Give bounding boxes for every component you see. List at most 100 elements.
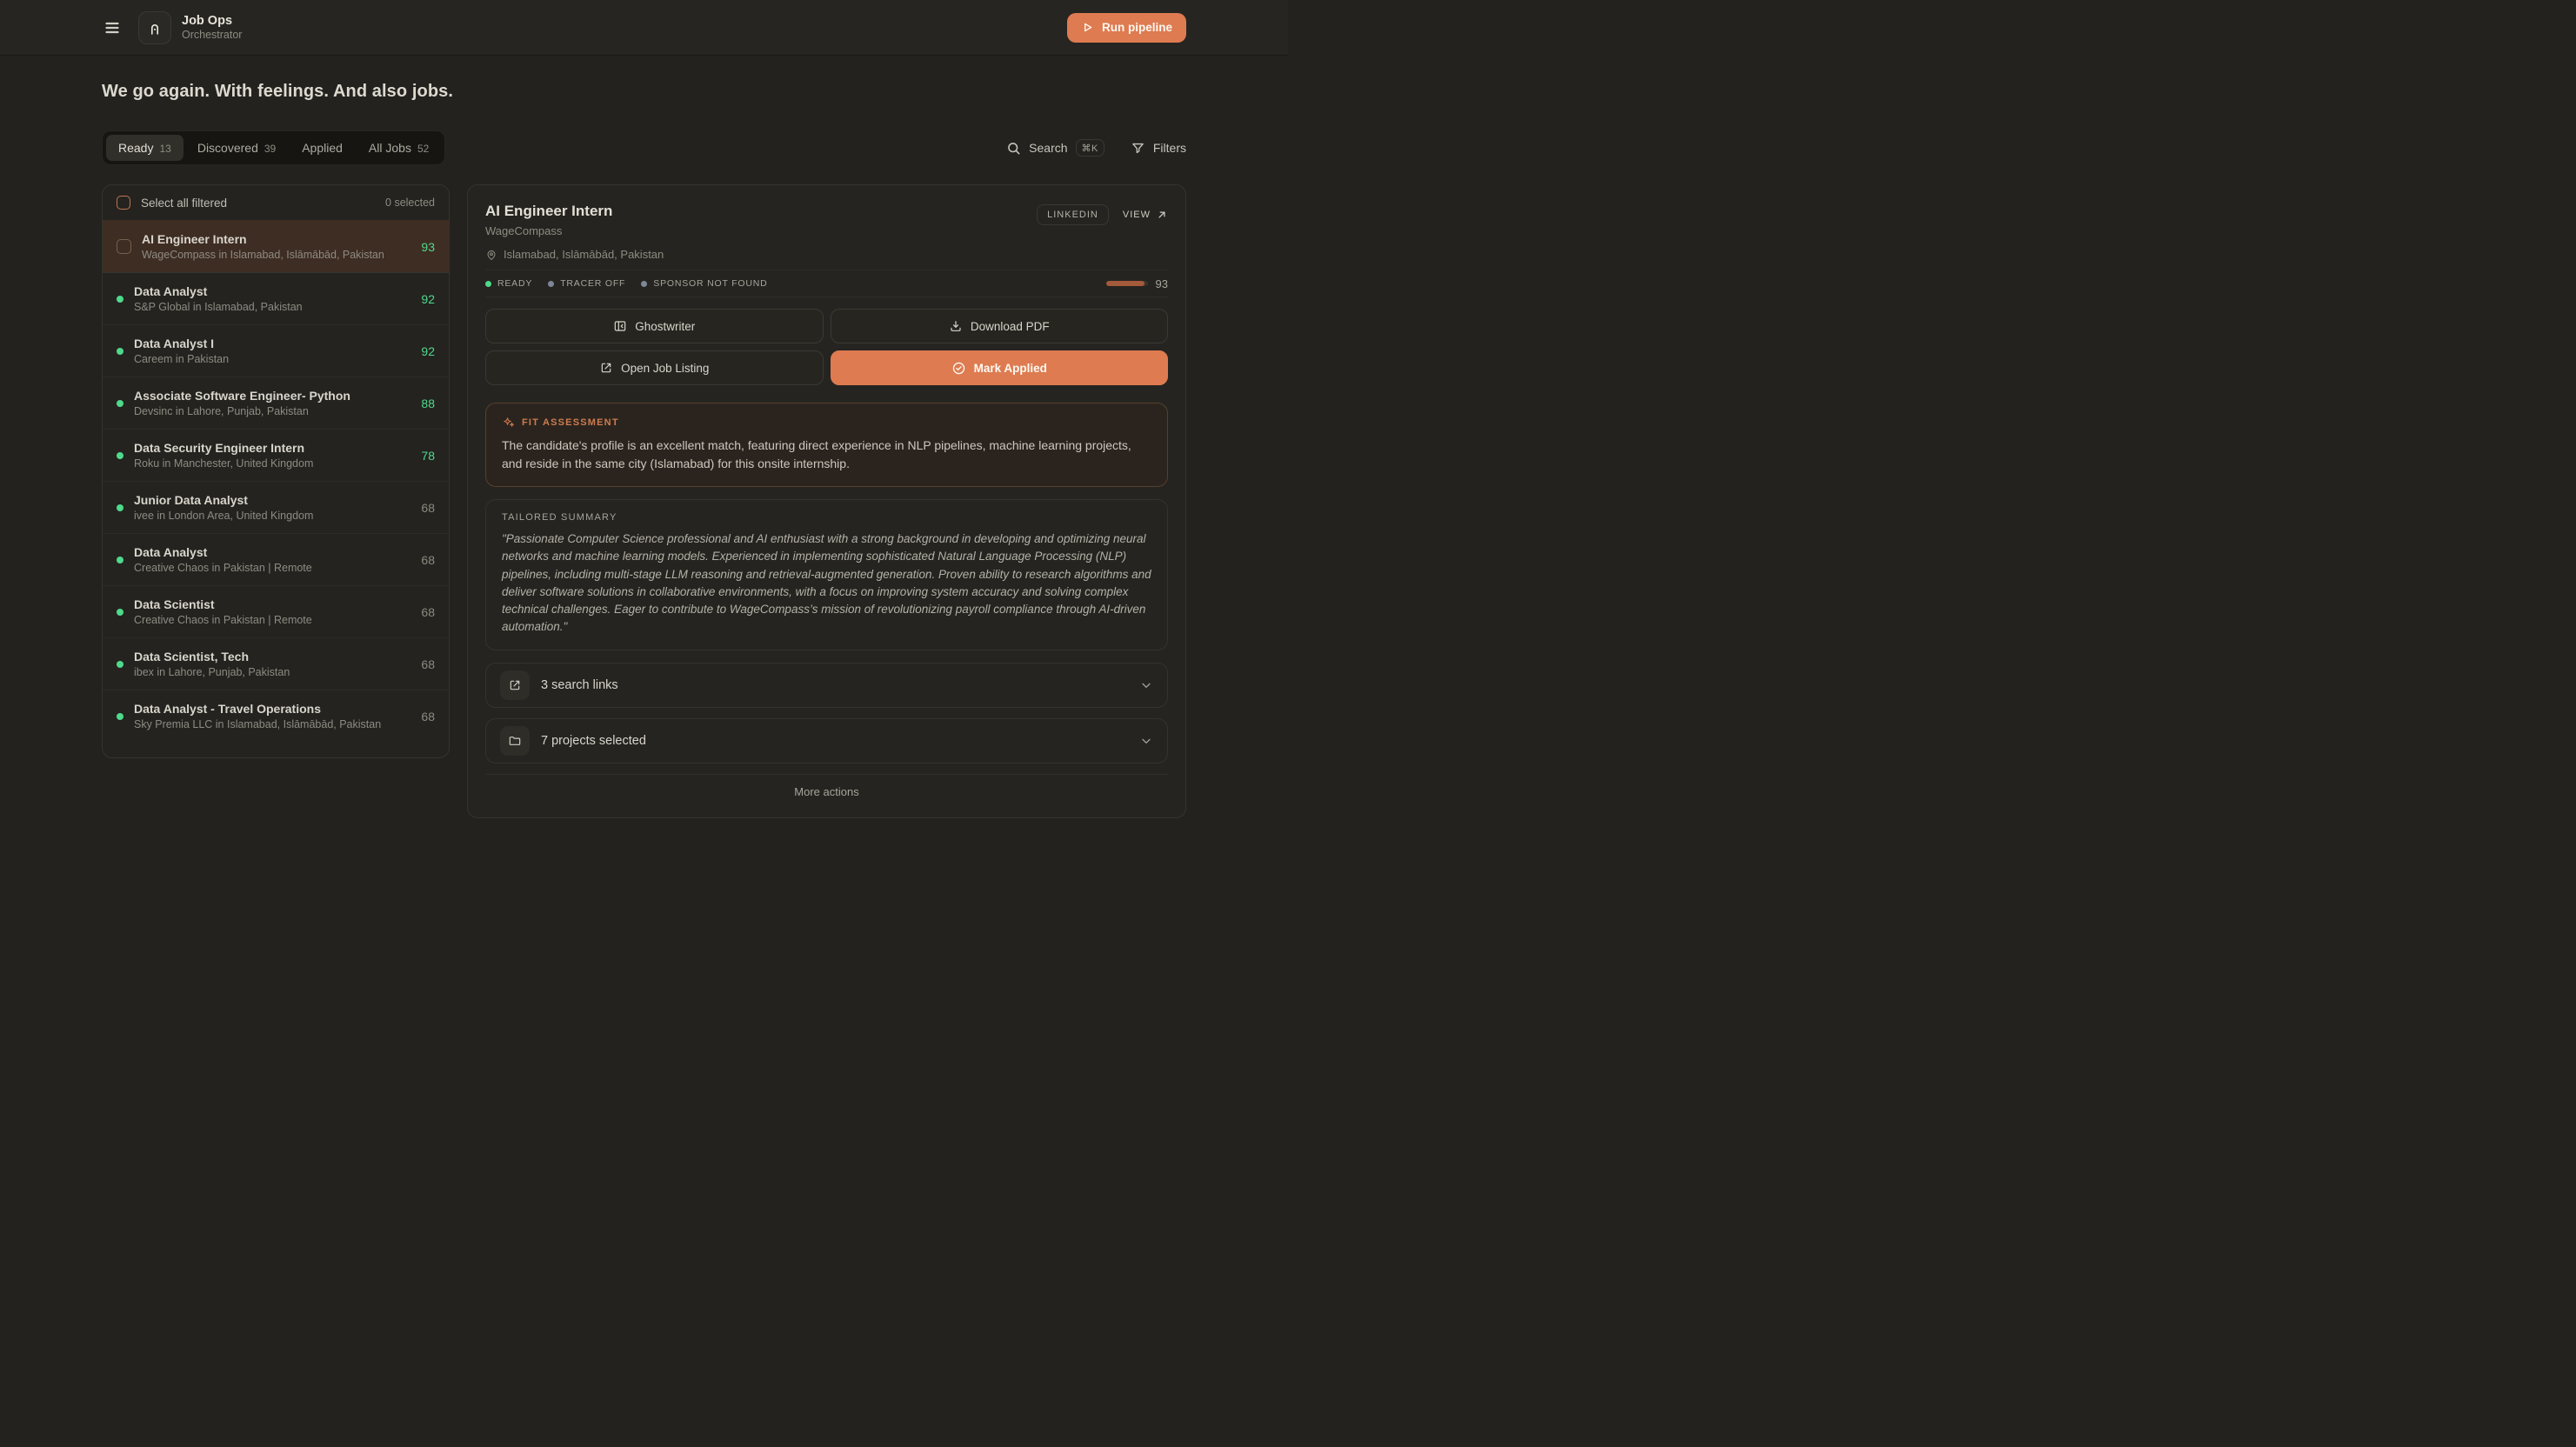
mark-applied-button[interactable]: Mark Applied (831, 350, 1169, 385)
job-item-title: AI Engineer Intern (142, 232, 410, 246)
tab-discovered[interactable]: Discovered 39 (185, 135, 288, 161)
job-item-subtitle: Careem in Pakistan (134, 353, 410, 365)
view-button[interactable]: VIEW (1123, 209, 1168, 221)
score-meter-fill (1106, 281, 1145, 286)
job-list-item[interactable]: Junior Data Analyst ivee in London Area,… (103, 481, 449, 533)
job-item-title: Data Analyst I (134, 337, 410, 350)
tab-label: Ready (118, 141, 153, 155)
fit-assessment-card: FIT ASSESSMENT The candidate's profile i… (485, 403, 1168, 487)
projects-selected-accordion[interactable]: 7 projects selected (485, 718, 1168, 764)
tab-label: Discovered (197, 141, 258, 155)
page-title: We go again. With feelings. And also job… (102, 82, 1186, 102)
tab-ready[interactable]: Ready 13 (106, 135, 184, 161)
tab-count: 13 (159, 143, 170, 155)
job-list-item[interactable]: Data Security Engineer Intern Roku in Ma… (103, 429, 449, 481)
panel-left-icon (613, 319, 627, 333)
status-dot (641, 281, 647, 287)
job-item-score: 68 (421, 710, 435, 724)
status-dot-icon (117, 400, 123, 407)
job-item-subtitle: Creative Chaos in Pakistan | Remote (134, 562, 410, 574)
job-list-item[interactable]: AI Engineer Intern WageCompass in Islama… (103, 220, 449, 272)
external-link-icon (599, 361, 613, 375)
app-header: Job Ops Orchestrator Run pipeline (0, 0, 1288, 56)
job-item-score: 92 (421, 344, 435, 358)
tab-count: 39 (264, 143, 276, 155)
job-item-title: Data Scientist (134, 597, 410, 611)
check-circle-icon (951, 361, 966, 376)
chevron-down-icon (1139, 678, 1153, 692)
app-logo-icon (138, 11, 171, 44)
job-location: Islamabad, Islāmābād, Pakistan (485, 248, 1168, 261)
filters-label: Filters (1153, 141, 1186, 155)
job-item-score: 68 (421, 605, 435, 619)
map-pin-icon (485, 249, 497, 261)
job-list-item[interactable]: Data Analyst I Careem in Pakistan 92 (103, 324, 449, 377)
score-meter-value: 93 (1156, 277, 1168, 290)
job-item-title: Data Analyst (134, 545, 410, 559)
job-item-title: Data Scientist, Tech (134, 650, 410, 663)
brand: Job Ops Orchestrator (138, 11, 242, 44)
job-item-subtitle: Devsinc in Lahore, Punjab, Pakistan (134, 405, 410, 417)
job-list-item[interactable]: Data Scientist, Tech ibex in Lahore, Pun… (103, 637, 449, 690)
chevron-down-icon (1139, 734, 1153, 748)
job-item-score: 68 (421, 501, 435, 515)
search-links-accordion[interactable]: 3 search links (485, 663, 1168, 708)
folder-icon (500, 726, 530, 756)
status-dot-icon (117, 557, 123, 563)
status-strip: READY TRACER OFF SPONSOR NOT FOUND (485, 270, 1168, 297)
linkedin-badge[interactable]: LINKEDIN (1037, 204, 1109, 225)
status-badge-tracer: TRACER OFF (548, 278, 625, 289)
job-detail-title: AI Engineer Intern (485, 203, 612, 220)
selected-count: 0 selected (385, 197, 435, 209)
job-item-title: Junior Data Analyst (134, 493, 410, 507)
run-pipeline-button[interactable]: Run pipeline (1067, 13, 1186, 43)
tailored-summary-card: TAILORED SUMMARY "Passionate Computer Sc… (485, 499, 1168, 650)
status-dot-icon (117, 713, 123, 720)
tab-all-jobs[interactable]: All Jobs 52 (357, 135, 441, 161)
search-links-label: 3 search links (541, 678, 1128, 692)
download-pdf-button[interactable]: Download PDF (831, 309, 1169, 343)
job-list-panel: Select all filtered 0 selected AI Engine… (102, 184, 450, 758)
search-icon (1006, 141, 1021, 156)
job-list-item[interactable]: Data Analyst Creative Chaos in Pakistan … (103, 533, 449, 585)
fit-assessment-label: FIT ASSESSMENT (522, 417, 619, 428)
job-item-subtitle: ivee in London Area, United Kingdom (134, 510, 410, 522)
job-list-item[interactable]: Associate Software Engineer- Python Devs… (103, 377, 449, 429)
status-dot (548, 281, 554, 287)
mark-applied-label: Mark Applied (974, 362, 1047, 375)
hamburger-icon (103, 19, 121, 37)
projects-selected-label: 7 projects selected (541, 734, 1128, 748)
run-pipeline-label: Run pipeline (1102, 21, 1172, 34)
job-list-item[interactable]: Data Scientist Creative Chaos in Pakista… (103, 585, 449, 637)
job-list: AI Engineer Intern WageCompass in Islama… (103, 220, 449, 742)
job-item-checkbox[interactable] (117, 239, 131, 254)
filters-button[interactable]: Filters (1131, 141, 1186, 156)
tab-label: All Jobs (369, 141, 411, 155)
job-item-score: 88 (421, 397, 435, 410)
status-dot-icon (117, 452, 123, 459)
select-all-checkbox[interactable] (117, 196, 130, 210)
job-item-score: 92 (421, 292, 435, 306)
job-list-item[interactable]: Data Analyst - Travel Operations Sky Pre… (103, 690, 449, 742)
status-badge-sponsor: SPONSOR NOT FOUND (641, 278, 767, 289)
job-item-title: Data Analyst - Travel Operations (134, 702, 410, 716)
tab-label: Applied (302, 141, 343, 155)
job-item-subtitle: Roku in Manchester, United Kingdom (134, 457, 410, 470)
search-button[interactable]: Search ⌘K (1006, 139, 1104, 157)
job-list-item[interactable]: Data Analyst S&P Global in Islamabad, Pa… (103, 272, 449, 324)
ghostwriter-button[interactable]: Ghostwriter (485, 309, 824, 343)
tailored-summary-label: TAILORED SUMMARY (502, 512, 1151, 523)
more-actions-label[interactable]: More actions (794, 785, 858, 798)
status-badge-ready: READY (485, 278, 532, 289)
open-job-listing-label: Open Job Listing (621, 362, 709, 375)
job-item-score: 68 (421, 657, 435, 671)
status-dot (485, 281, 491, 287)
open-job-listing-button[interactable]: Open Job Listing (485, 350, 824, 385)
tab-count: 52 (417, 143, 429, 155)
job-item-subtitle: S&P Global in Islamabad, Pakistan (134, 301, 410, 313)
menu-button[interactable] (102, 17, 123, 38)
job-item-subtitle: ibex in Lahore, Punjab, Pakistan (134, 666, 410, 678)
status-dot-icon (117, 609, 123, 616)
tab-applied[interactable]: Applied (290, 135, 355, 161)
score-meter-track (1106, 281, 1148, 286)
